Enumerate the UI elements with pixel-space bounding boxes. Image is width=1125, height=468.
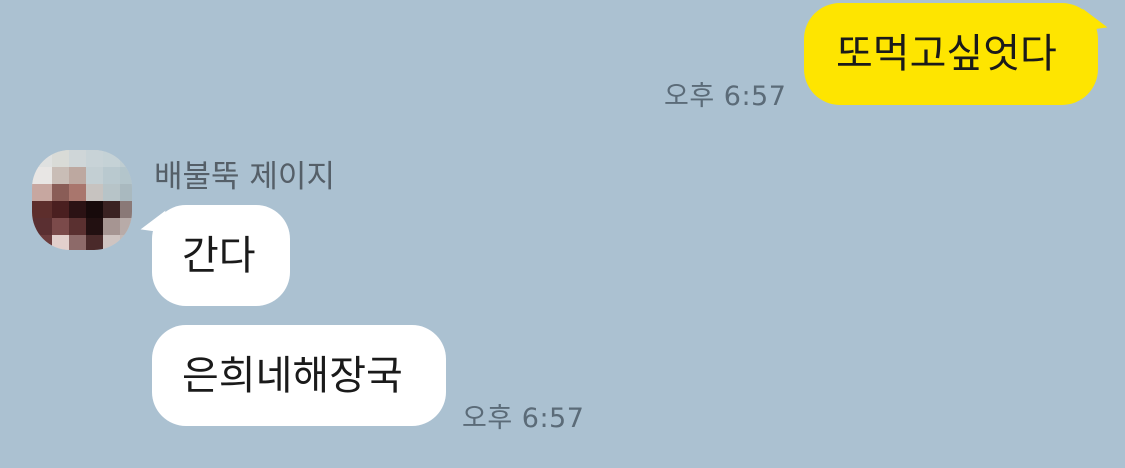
message-text: 은희네해장국 [182,352,403,399]
their-message-bubble[interactable]: 간다 [152,205,290,306]
message-text: 또먹고싶엇다 [836,31,1057,77]
their-message-bubble[interactable]: 은희네해장국 [152,325,446,426]
message-time: 오후 6:57 [664,81,787,112]
message-text: 간다 [182,232,256,279]
sender-avatar[interactable] [32,150,132,250]
my-message-bubble[interactable]: 또먹고싶엇다 [804,3,1098,105]
message-time: 오후 6:57 [462,403,585,434]
pixelated-profile-avatar-icon [32,150,132,250]
sender-name: 배불뚝 제이지 [154,159,335,195]
chat-room: 오후 6:57 또먹고싶엇다 배불뚝 제이지 간다 은희네해장국 오후 6:57 [0,0,1125,468]
